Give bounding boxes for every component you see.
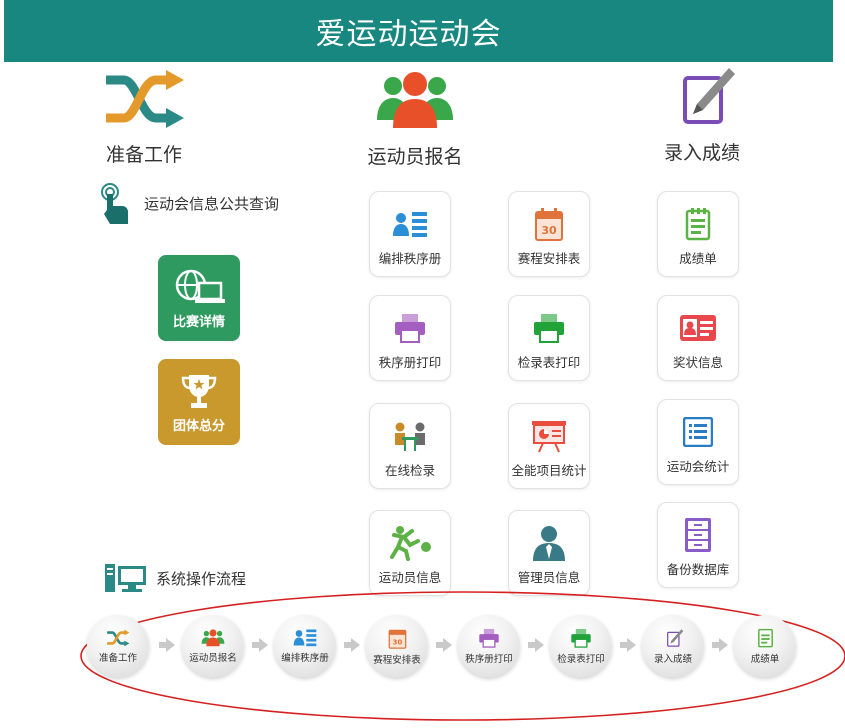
flow-step-print-order[interactable]: 秩序册打印 — [458, 615, 520, 677]
athletes-group-icon — [201, 629, 225, 647]
tile-label: 管理员信息 — [517, 570, 581, 585]
flow-arrow — [528, 638, 544, 652]
header-banner: 爱运动运动会 — [4, 0, 833, 62]
id-list-icon — [293, 629, 317, 647]
printer-purple-icon — [479, 628, 499, 648]
flow-step-label: 编排秩序册 — [281, 653, 329, 664]
athletes-group-icon — [377, 72, 453, 128]
calendar-30-icon: 30 — [535, 208, 563, 241]
column-register[interactable]: 运动员报名 — [360, 68, 470, 169]
tile-label: 编排秩序册 — [378, 251, 442, 266]
notepad-icon — [757, 628, 773, 648]
flow-step-label: 赛程安排表 — [373, 654, 421, 666]
flow-step-label: 准备工作 — [98, 652, 137, 664]
match-details-button[interactable]: 比赛详情 — [158, 255, 240, 341]
tile-arrange-order-book[interactable]: 编排秩序册 — [369, 191, 451, 277]
meeting-icon — [395, 422, 425, 451]
tile-label: 秩序册打印 — [378, 355, 442, 370]
svg-text:30: 30 — [392, 638, 402, 646]
column-scores-label: 录入成绩 — [663, 142, 740, 164]
tile-label: 全能项目统计 — [511, 463, 587, 478]
tile-admin-info[interactable]: 管理员信息 — [508, 510, 590, 596]
printer-purple-icon — [395, 314, 425, 343]
tile-label: 奖状信息 — [672, 355, 723, 370]
tile-schedule[interactable]: 30 赛程安排表 — [508, 191, 590, 277]
tile-label: 赛程安排表 — [517, 251, 581, 266]
flow-step-prep[interactable]: 准备工作 — [87, 615, 149, 677]
svg-text:30: 30 — [541, 224, 557, 237]
runner-icon — [390, 526, 431, 561]
flow-arrow — [159, 638, 175, 652]
column-prep-label: 准备工作 — [105, 144, 182, 166]
flow-step-label: 检录表打印 — [557, 653, 605, 665]
tile-label: 在线检录 — [384, 463, 435, 478]
team-score-button[interactable]: 团体总分 — [158, 359, 240, 445]
shuffle-icon — [106, 70, 184, 128]
team-score-label: 团体总分 — [172, 419, 225, 434]
tile-athlete-info[interactable]: 运动员信息 — [369, 510, 451, 596]
tile-award-info[interactable]: 奖状信息 — [657, 295, 739, 381]
tile-label: 运动会统计 — [666, 459, 730, 474]
tile-meet-stats[interactable]: 运动会统计 — [657, 399, 739, 485]
trophy-icon — [181, 375, 217, 408]
tile-label: 检录表打印 — [517, 355, 581, 370]
flow-step-register[interactable]: 运动员报名 — [182, 615, 244, 677]
flow-step-label: 运动员报名 — [189, 653, 237, 664]
match-details-label: 比赛详情 — [172, 315, 225, 330]
flow-step-label: 成绩单 — [750, 654, 780, 665]
notepad-icon — [685, 208, 711, 241]
tile-allround-stats[interactable]: 全能项目统计 — [508, 403, 590, 489]
flow-arrow — [436, 638, 452, 652]
globe-monitor-icon — [175, 269, 225, 303]
calendar-30-icon: 30 — [388, 629, 406, 649]
id-card-icon — [680, 315, 716, 341]
flow-arrow — [344, 638, 360, 652]
list-doc-icon — [683, 417, 713, 447]
public-query-link[interactable]: 运动会信息公共查询 — [100, 182, 279, 224]
flow-step-arrange[interactable]: 编排秩序册 — [274, 615, 336, 677]
flow-step-label: 秩序册打印 — [465, 653, 513, 665]
flow-arrow — [620, 638, 636, 652]
flow-arrow — [712, 638, 728, 652]
flow-step-enter-scores[interactable]: 录入成绩 — [642, 615, 704, 677]
flow-step-label: 录入成绩 — [653, 653, 692, 665]
column-prep[interactable]: 准备工作 — [96, 68, 192, 167]
edit-pen-icon — [667, 628, 684, 647]
public-query-label: 运动会信息公共查询 — [144, 194, 280, 213]
admin-user-icon — [533, 526, 565, 561]
flow-step-score-sheet[interactable]: 成绩单 — [734, 615, 796, 677]
tile-label: 备份数据库 — [666, 562, 730, 577]
touch-hand-icon — [101, 183, 128, 224]
id-list-icon — [393, 212, 427, 237]
tile-score-sheet[interactable]: 成绩单 — [657, 191, 739, 277]
column-scores[interactable]: 录入成绩 — [654, 64, 750, 165]
page-title: 爱运动运动会 — [315, 17, 502, 52]
flow-arrow — [252, 638, 268, 652]
tile-online-checkin[interactable]: 在线检录 — [369, 403, 451, 489]
cabinet-icon — [685, 518, 711, 552]
tile-backup-database[interactable]: 备份数据库 — [657, 502, 739, 588]
tile-print-checkin-sheet[interactable]: 检录表打印 — [508, 295, 590, 381]
edit-pen-icon — [683, 68, 735, 124]
flow-step-schedule[interactable]: 30 赛程安排表 — [366, 615, 428, 677]
flow-step-print-checkin[interactable]: 检录表打印 — [550, 615, 612, 677]
tile-print-order-book[interactable]: 秩序册打印 — [369, 295, 451, 381]
printer-green-icon — [534, 314, 564, 343]
presentation-chart-icon — [532, 421, 566, 453]
printer-green-icon — [571, 628, 591, 648]
shuffle-icon — [107, 629, 130, 646]
tile-label: 运动员信息 — [378, 570, 442, 585]
tile-label: 成绩单 — [679, 251, 717, 266]
column-register-label: 运动员报名 — [367, 146, 463, 168]
flow-title: 系统操作流程 — [156, 569, 247, 588]
